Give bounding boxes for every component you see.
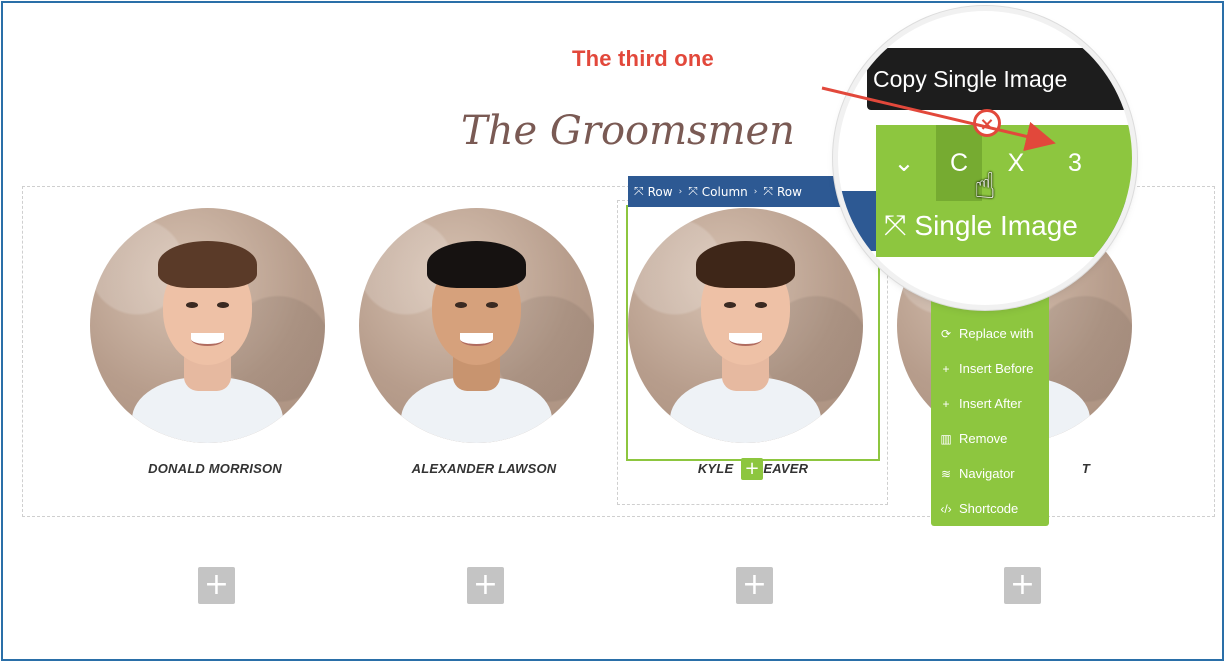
photo-eye <box>216 302 229 308</box>
breadcrumb-label: Column <box>701 184 748 199</box>
move-icon: ⤧ <box>763 184 773 198</box>
breadcrumb-item-row[interactable]: ⤧ Row <box>634 184 673 199</box>
menu-item-insert-before[interactable]: + Insert Before <box>931 351 1049 386</box>
move-icon: ⤧ <box>634 184 644 198</box>
menu-item-replace-with[interactable]: ⟳ Replace with <box>931 316 1049 351</box>
close-icon[interactable]: × <box>973 109 1001 137</box>
move-icon: ⤧ <box>688 184 698 198</box>
annotation-title: The third one <box>572 46 714 71</box>
toolbar-chevron-down-icon[interactable]: ⌄ <box>881 125 927 201</box>
refresh-icon: ⟳ <box>940 326 952 341</box>
menu-item-label: Insert Before <box>959 361 1034 376</box>
groomsman-photo-1[interactable] <box>90 208 325 443</box>
menu-item-label: Navigator <box>959 466 1015 481</box>
breadcrumb-separator-icon: › <box>753 186 758 197</box>
move-icon: ⤧ <box>884 209 907 240</box>
code-icon: ‹/› <box>940 501 952 516</box>
menu-item-label: Insert After <box>959 396 1022 411</box>
breadcrumb-item-inner-row[interactable]: ⤧ Row <box>763 184 802 199</box>
add-block-button-4[interactable]: + <box>1004 567 1041 604</box>
add-block-button-1[interactable]: + <box>198 567 235 604</box>
groomsman-name-3-last: EAVER <box>763 461 809 476</box>
menu-item-label: Replace with <box>959 326 1034 341</box>
breadcrumb-label: Row <box>647 184 673 199</box>
toolbar-cut-button[interactable]: X <box>993 125 1039 201</box>
menu-item-navigator[interactable]: ≋ Navigator <box>931 456 1049 491</box>
trash-icon: ▥ <box>940 431 952 446</box>
element-label-text: Single Image <box>914 209 1078 241</box>
menu-item-shortcode[interactable]: ‹/› Shortcode <box>931 491 1049 526</box>
menu-item-remove[interactable]: ▥ Remove <box>931 421 1049 456</box>
groomsman-name-1: DONALD MORRISON <box>148 461 282 476</box>
groomsman-name-3-first: KYLE <box>697 461 734 476</box>
add-block-button-3[interactable]: + <box>736 567 773 604</box>
layers-icon: ≋ <box>940 466 952 481</box>
add-block-button-2[interactable]: + <box>467 567 504 604</box>
element-label: ⤧ Single Image <box>884 209 1078 242</box>
menu-item-insert-after[interactable]: + Insert After <box>931 386 1049 421</box>
breadcrumb-label: Row <box>776 184 802 199</box>
photo-hair <box>158 240 257 288</box>
magnified-breadcrumb <box>838 191 876 251</box>
photo-eye <box>485 302 498 308</box>
plus-icon: + <box>942 396 950 411</box>
add-element-button[interactable]: + <box>741 458 763 480</box>
plus-icon: + <box>942 361 950 376</box>
menu-item-label: Shortcode <box>959 501 1019 516</box>
menu-item-label: Remove <box>959 431 1008 446</box>
toolbar-button-3[interactable]: 3 <box>1052 125 1098 201</box>
copy-tooltip: Copy Single Image <box>867 48 1132 110</box>
photo-hair <box>427 240 526 288</box>
element-context-menu: ⧉ Dup ⟳ Replace with + Insert Before + I… <box>931 280 1049 526</box>
photo-eye <box>186 302 199 308</box>
magnifier-callout: Copy Single Image ⌄ C X 3 ⤧ Single Image… <box>838 11 1132 305</box>
breadcrumb-separator-icon: › <box>678 186 683 197</box>
hand-cursor-icon: ☝ <box>974 166 996 207</box>
groomsman-photo-2[interactable] <box>359 208 594 443</box>
breadcrumb: ⤧ Row › ⤧ Column › ⤧ Row <box>628 176 850 207</box>
photo-eye <box>455 302 468 308</box>
groomsman-name-2: ALEXANDER LAWSON <box>411 461 557 476</box>
breadcrumb-item-column[interactable]: ⤧ Column <box>688 184 748 199</box>
